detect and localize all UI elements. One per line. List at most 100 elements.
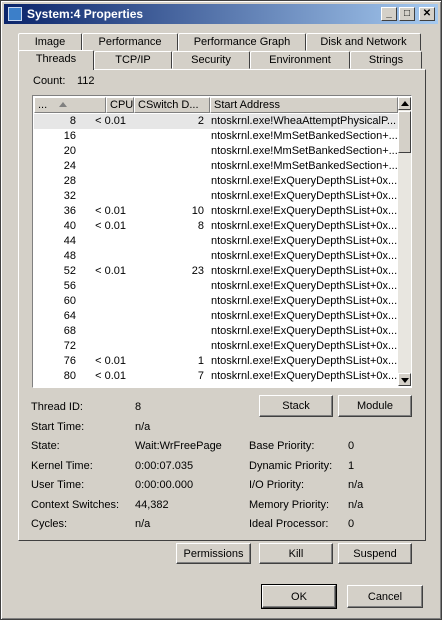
suspend-button[interactable]: Suspend <box>338 543 412 564</box>
permissions-button[interactable]: Permissions <box>176 543 251 564</box>
start-address-cell: ntoskrnl.exe!MmSetBankedSection+... <box>211 160 397 172</box>
start-address-cell: ntoskrnl.exe!ExQueryDepthSList+0x... <box>211 175 397 187</box>
ok-button[interactable]: OK <box>261 584 337 609</box>
kill-button[interactable]: Kill <box>259 543 333 564</box>
table-row[interactable]: 48 ntoskrnl.exe!ExQueryDepthSList+0x... <box>34 249 398 264</box>
thread-list[interactable]: ... CPU CSwitch D... Start Address 8 < 0.… <box>32 95 412 388</box>
start-address-cell: ntoskrnl.exe!MmSetBankedSection+... <box>211 145 397 157</box>
table-row[interactable]: 76 < 0.01 1 ntoskrnl.exe!ExQueryDepthSList+… <box>34 354 398 369</box>
thread-id-cell: 68 <box>63 325 76 337</box>
table-row[interactable]: 64 ntoskrnl.exe!ExQueryDepthSList+0x... <box>34 309 398 324</box>
detail-label: Cycles: <box>31 518 68 530</box>
tab-security[interactable]: Security <box>172 51 250 69</box>
arrow-up-icon <box>401 101 409 106</box>
tab-performance[interactable]: Performance <box>82 33 178 51</box>
thread-id-cell: 84 <box>34 384 76 386</box>
thread-id-cell: 36 <box>63 205 76 217</box>
thread-id-cell: 60 <box>63 295 76 307</box>
priority-detail-label: Dynamic Priority: <box>249 459 333 472</box>
column-header-tid[interactable]: ... <box>34 97 106 113</box>
thread-id-cell: 8 <box>69 115 76 127</box>
stack-button[interactable]: Stack <box>259 395 333 417</box>
start-address-cell: ntoskrnl.exe!ExQueryDepthSList+0x... <box>211 220 397 232</box>
thread-id-cell: 52 <box>63 265 76 277</box>
close-button[interactable]: ✕ <box>419 7 435 21</box>
tab-disk-and-network[interactable]: Disk and Network <box>306 33 421 51</box>
cpu-cell: < 0.01 <box>95 220 126 232</box>
tab-threads[interactable]: Threads <box>18 50 94 70</box>
window-title: System:4 Properties <box>27 7 144 21</box>
list-rows: 8 < 0.01 2 ntoskrnl.exe!WheaAttemptPhysical… <box>34 114 398 386</box>
thread-id-cell: 56 <box>63 280 76 292</box>
start-address-cell: ntoskrnl.exe!ExQueryDepthSList+0x... <box>211 235 397 247</box>
priority-detail-label: Base Priority: <box>249 440 315 452</box>
cpu-cell: < 0.01 <box>95 205 126 217</box>
table-row[interactable]: 20 ntoskrnl.exe!MmSetBankedSection+... <box>34 144 398 159</box>
column-header-cswitch[interactable]: CSwitch D... <box>134 97 210 113</box>
tab-performance-graph[interactable]: Performance Graph <box>178 33 306 51</box>
cswitch-delta-cell: 7 <box>197 370 204 382</box>
table-row[interactable]: 60 ntoskrnl.exe!ExQueryDepthSList+0x... <box>34 294 398 309</box>
cpu-cell: < 0.01 <box>95 115 126 127</box>
detail-label: User Time: <box>31 479 85 491</box>
cpu-cell: < 0.01 <box>95 355 126 367</box>
table-row[interactable]: 32 ntoskrnl.exe!ExQueryDepthSList+0x... <box>34 189 398 204</box>
detail-label: State: <box>31 440 60 452</box>
tab-environment[interactable]: Environment <box>250 51 350 69</box>
scroll-up-button[interactable] <box>398 97 411 110</box>
priority-detail-label: Memory Priority: <box>249 498 330 511</box>
scroll-thumb[interactable] <box>398 111 411 153</box>
count-label: Count: <box>33 75 66 87</box>
start-address-cell: ntoskrnl.exe!ExQueryDepthSList+0x... <box>211 280 397 292</box>
table-row[interactable]: 24 ntoskrnl.exe!MmSetBankedSection+... <box>34 159 398 174</box>
table-row[interactable]: 72 ntoskrnl.exe!ExQueryDepthSList+0x... <box>34 339 398 354</box>
list-scrollbar[interactable] <box>398 97 411 386</box>
start-address-cell: ntoskrnl.exe!ExQueryDepthSList+0x... <box>211 310 397 322</box>
priority-detail-label: Ideal Processor: <box>249 518 329 530</box>
table-row[interactable]: 40 < 0.01 8 ntoskrnl.exe!ExQueryDepthSList+… <box>34 219 398 234</box>
detail-value: Wait:WrFreePage <box>135 440 222 452</box>
table-row[interactable]: 56 ntoskrnl.exe!ExQueryDepthSList+0x... <box>34 279 398 294</box>
thread-id-cell: 76 <box>63 355 76 367</box>
start-address-cell: ntoskrnl.exe!ExQueryDepthSList+0x... <box>211 325 397 337</box>
thread-id-cell: 64 <box>63 310 76 322</box>
arrow-down-icon <box>401 378 409 383</box>
tab-image[interactable]: Image <box>18 33 82 51</box>
start-address-cell: ntoskrnl.exe!ExQueryDepthSList+0x... <box>211 340 397 352</box>
column-header-cpu[interactable]: CPU <box>106 97 134 113</box>
table-row[interactable]: 52 < 0.01 23 ntoskrnl.exe!ExQueryDepthSList… <box>34 264 398 279</box>
table-row[interactable]: 36 < 0.01 10 ntoskrnl.exe!ExQueryDepthSList… <box>34 204 398 219</box>
module-button[interactable]: Module <box>338 395 412 417</box>
count-value: 112 <box>77 75 95 87</box>
start-address-cell: ntoskrnl.exe!WheaAttemptPhysicalP... <box>211 115 397 127</box>
column-header-start-address[interactable]: Start Address <box>210 97 398 113</box>
start-address-cell: ntoskrnl.exe!MmSetBankedSection+... <box>211 130 397 142</box>
cpu-cell: < 0.01 <box>95 370 126 382</box>
title-bar[interactable]: System:4 Properties _ □ ✕ <box>4 4 438 24</box>
table-row[interactable]: 16 ntoskrnl.exe!MmSetBankedSection+... <box>34 129 398 144</box>
cancel-button[interactable]: Cancel <box>347 585 423 608</box>
thread-id-cell: 32 <box>63 190 76 202</box>
table-row[interactable]: 28 ntoskrnl.exe!ExQueryDepthSList+0x... <box>34 174 398 189</box>
thread-id-cell: 24 <box>63 160 76 172</box>
start-address-cell: ntoskrnl.exe!ExQueryDepthSList+0x... <box>211 250 397 262</box>
maximize-button[interactable]: □ <box>399 7 415 21</box>
table-row[interactable]: 84 ntoskrnl.exe!ExQueryDepthSList+0x... <box>34 384 398 386</box>
detail-label: Context Switches: <box>31 498 120 511</box>
thread-id-cell: 44 <box>63 235 76 247</box>
cswitch-delta-cell: 2 <box>197 115 204 127</box>
tab-strings[interactable]: Strings <box>350 51 422 69</box>
table-row[interactable]: 8 < 0.01 2 ntoskrnl.exe!WheaAttemptPhysical… <box>34 114 398 129</box>
priority-detail-value: 0 <box>348 440 355 452</box>
table-row[interactable]: 80 < 0.01 7 ntoskrnl.exe!ExQueryDepthSList+… <box>34 369 398 384</box>
scroll-down-button[interactable] <box>398 373 411 386</box>
priority-detail-value: n/a <box>348 498 364 511</box>
table-row[interactable]: 44 ntoskrnl.exe!ExQueryDepthSList+0x... <box>34 234 398 249</box>
minimize-button[interactable]: _ <box>381 7 397 21</box>
tab-tcp-ip[interactable]: TCP/IP <box>94 51 172 69</box>
list-header: ... CPU CSwitch D... Start Address <box>34 97 398 113</box>
detail-label: Kernel Time: <box>31 459 93 472</box>
cswitch-delta-cell: 8 <box>197 220 204 232</box>
detail-value: 0:00:07.035 <box>135 459 194 472</box>
table-row[interactable]: 68 ntoskrnl.exe!ExQueryDepthSList+0x... <box>34 324 398 339</box>
